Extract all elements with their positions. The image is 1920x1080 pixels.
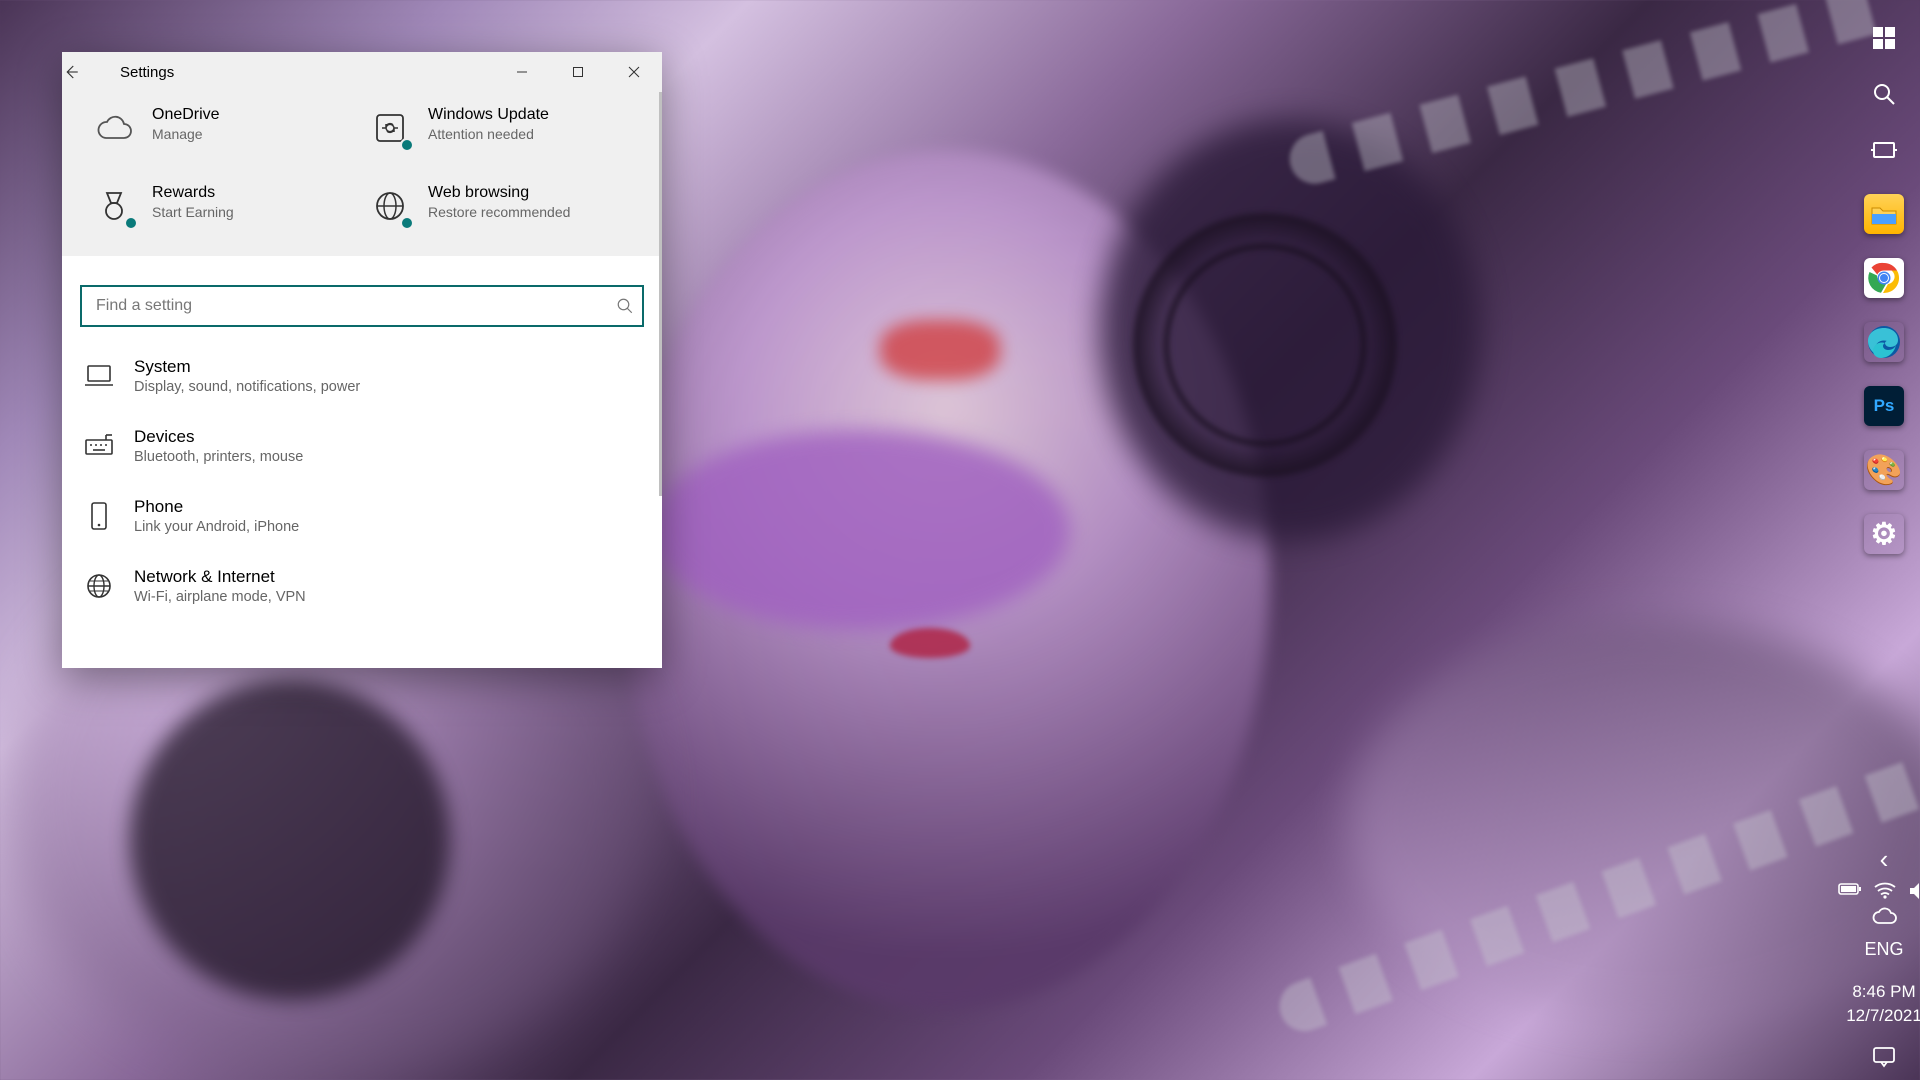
category-subtitle: Bluetooth, printers, mouse xyxy=(134,449,303,465)
clock[interactable]: 8:46 PM 12/7/2021 xyxy=(1846,980,1920,1028)
settings-window: Settings OneDrive Manage xyxy=(62,52,662,668)
keyboard-icon xyxy=(82,429,116,463)
file-explorer-app[interactable] xyxy=(1864,194,1904,234)
task-view-button[interactable] xyxy=(1860,126,1908,174)
tray-overflow-button[interactable]: ‹ xyxy=(1880,844,1889,875)
close-button[interactable] xyxy=(606,52,662,92)
taskbar: Ps 🎨 ⚙ ‹ ENG 8:46 PM 12/7/2021 xyxy=(1848,0,1920,1080)
category-title: Devices xyxy=(134,427,303,447)
onedrive-tray-icon[interactable] xyxy=(1871,907,1897,925)
windows-update-card[interactable]: Windows Update Attention needed xyxy=(362,96,638,160)
card-title: Windows Update xyxy=(428,106,549,124)
category-network[interactable]: Network & Internet Wi-Fi, airplane mode,… xyxy=(76,551,648,621)
palette-icon: 🎨 xyxy=(1865,453,1902,488)
clock-time: 8:46 PM xyxy=(1846,980,1920,1004)
onedrive-card[interactable]: OneDrive Manage xyxy=(86,96,362,160)
account-summary-cards: OneDrive Manage Windows Update Attention… xyxy=(62,92,662,257)
category-title: System xyxy=(134,357,360,377)
find-setting-input[interactable] xyxy=(80,285,644,327)
system-tray: ‹ ENG 8:46 PM 12/7/2021 xyxy=(1848,844,1920,1080)
globe-icon xyxy=(368,184,412,228)
paint-app[interactable]: 🎨 xyxy=(1864,450,1904,490)
rewards-card[interactable]: Rewards Start Earning xyxy=(86,174,362,238)
battery-icon[interactable] xyxy=(1838,881,1862,901)
search-button[interactable] xyxy=(1860,70,1908,118)
maximize-button[interactable] xyxy=(550,52,606,92)
action-center-button[interactable] xyxy=(1872,1046,1896,1076)
search-icon[interactable] xyxy=(616,297,634,315)
gear-icon: ⚙ xyxy=(1871,517,1898,552)
photoshop-app[interactable]: Ps xyxy=(1864,386,1904,426)
card-subtitle: Restore recommended xyxy=(428,204,570,220)
volume-icon[interactable] xyxy=(1908,881,1920,901)
card-title: Rewards xyxy=(152,184,234,202)
category-title: Network & Internet xyxy=(134,567,306,587)
category-system[interactable]: System Display, sound, notifications, po… xyxy=(76,341,648,411)
language-indicator[interactable]: ENG xyxy=(1864,939,1903,960)
edge-app[interactable] xyxy=(1864,322,1904,362)
photoshop-label: Ps xyxy=(1874,396,1895,416)
wifi-icon[interactable] xyxy=(1874,881,1896,901)
minimize-button[interactable] xyxy=(494,52,550,92)
category-phone[interactable]: Phone Link your Android, iPhone xyxy=(76,481,648,551)
chrome-app[interactable] xyxy=(1864,258,1904,298)
category-title: Phone xyxy=(134,497,299,517)
start-button[interactable] xyxy=(1860,14,1908,62)
category-subtitle: Display, sound, notifications, power xyxy=(134,379,360,395)
category-subtitle: Wi-Fi, airplane mode, VPN xyxy=(134,589,306,605)
titlebar: Settings xyxy=(62,52,662,92)
card-subtitle: Manage xyxy=(152,126,220,142)
settings-app[interactable]: ⚙ xyxy=(1864,514,1904,554)
web-browsing-card[interactable]: Web browsing Restore recommended xyxy=(362,174,638,238)
globe-icon xyxy=(82,569,116,603)
phone-icon xyxy=(82,499,116,533)
laptop-icon xyxy=(82,359,116,393)
card-title: OneDrive xyxy=(152,106,220,124)
back-button[interactable] xyxy=(62,63,108,81)
settings-main: System Display, sound, notifications, po… xyxy=(62,257,662,668)
category-devices[interactable]: Devices Bluetooth, printers, mouse xyxy=(76,411,648,481)
update-icon xyxy=(368,106,412,150)
card-subtitle: Attention needed xyxy=(428,126,549,142)
cloud-icon xyxy=(92,106,136,150)
card-title: Web browsing xyxy=(428,184,570,202)
medal-icon xyxy=(92,184,136,228)
window-title: Settings xyxy=(108,64,174,81)
category-subtitle: Link your Android, iPhone xyxy=(134,519,299,535)
card-subtitle: Start Earning xyxy=(152,204,234,220)
clock-date: 12/7/2021 xyxy=(1846,1004,1920,1028)
